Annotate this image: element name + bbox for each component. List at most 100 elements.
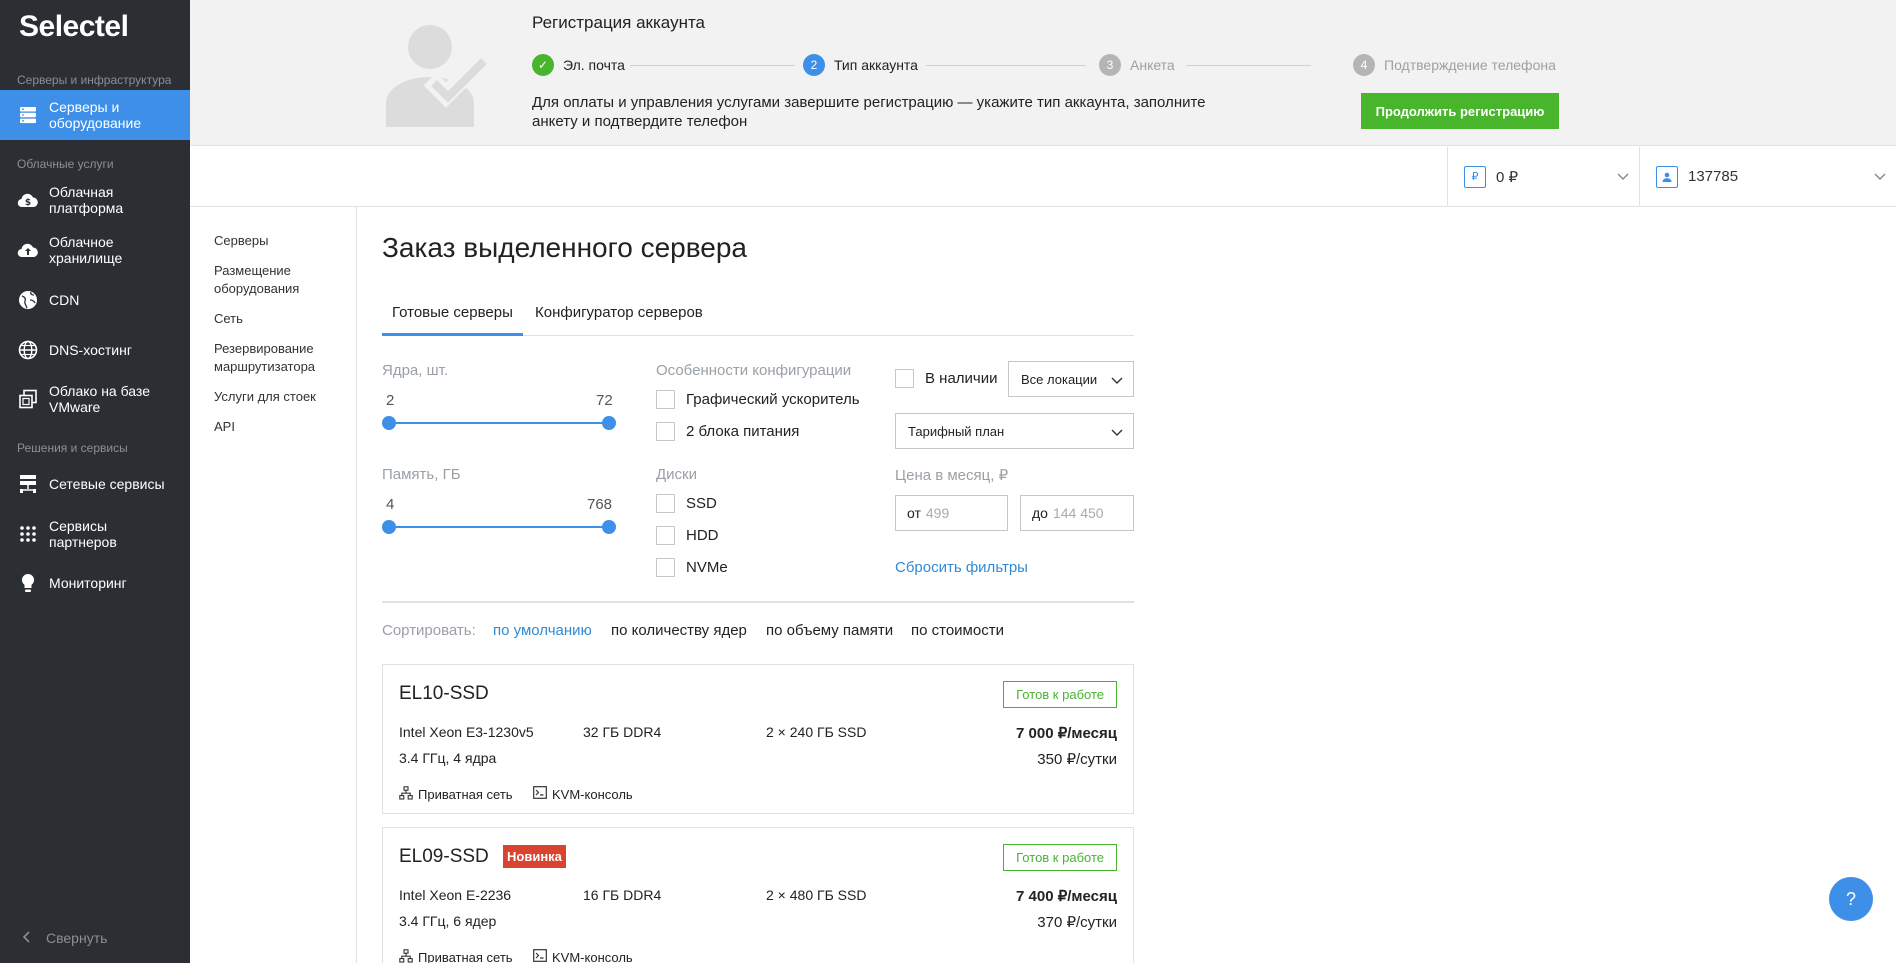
- help-button[interactable]: ?: [1829, 877, 1873, 921]
- sidebar-item-vmware[interactable]: Облако на базе VMware: [0, 378, 190, 420]
- sort-by-memory[interactable]: по объему памяти: [766, 622, 893, 639]
- sidebar-item-cloud-platform[interactable]: $ Облачная платформа: [0, 180, 190, 220]
- sidebar-item-partner-services[interactable]: Сервисы партнеров: [0, 513, 190, 555]
- step-account-type: 2 Тип аккаунта: [803, 54, 918, 76]
- checkbox-box: [656, 390, 675, 409]
- tariff-plan-select[interactable]: Тарифный план: [895, 413, 1134, 449]
- step-label: Тип аккаунта: [834, 57, 918, 73]
- subnav-item-rack-services[interactable]: Услуги для стоек: [214, 388, 344, 406]
- checkbox-box: [656, 558, 675, 577]
- hdd-checkbox[interactable]: HDD: [656, 526, 719, 545]
- ruble-icon: ₽: [1464, 165, 1486, 188]
- globe-icon: [17, 289, 39, 311]
- feature-private-network: Приватная сеть: [399, 949, 513, 963]
- copy-icon: [17, 388, 39, 410]
- price-to-input[interactable]: до 144 450: [1020, 495, 1134, 531]
- sidebar-item-cloud-storage[interactable]: Облачное хранилище: [0, 230, 190, 270]
- network-icon: [399, 949, 413, 963]
- memory-slider-track[interactable]: [389, 526, 609, 528]
- feature-private-network: Приватная сеть: [399, 786, 513, 803]
- registration-title: Регистрация аккаунта: [532, 13, 706, 32]
- account-dropdown[interactable]: 137785: [1639, 147, 1896, 206]
- cores-max-handle[interactable]: [602, 416, 616, 430]
- subnav-item-servers[interactable]: Серверы: [214, 232, 344, 250]
- sidebar-item-label: Серверы и оборудование: [49, 99, 142, 131]
- dual-psu-checkbox[interactable]: 2 блока питания: [656, 422, 799, 441]
- sidebar-item-dns[interactable]: DNS-хостинг: [0, 335, 190, 365]
- sidebar-item-monitoring[interactable]: Мониторинг: [0, 568, 190, 598]
- in-stock-checkbox[interactable]: В наличии: [895, 369, 998, 388]
- sidebar-item-label: Мониторинг: [49, 575, 127, 591]
- logo[interactable]: Selectel: [19, 10, 129, 44]
- sort-by-cores[interactable]: по количеству ядер: [611, 622, 747, 639]
- subnav-item-network[interactable]: Сеть: [214, 310, 344, 328]
- location-select[interactable]: Все локации: [1008, 361, 1134, 397]
- servers-subnav: Серверы Размещение оборудования Сеть Рез…: [190, 207, 357, 963]
- registration-banner: Регистрация аккаунта ✓ Эл. почта 2 Тип а…: [190, 0, 1896, 146]
- sidebar-item-servers[interactable]: Серверы и оборудование: [0, 90, 190, 140]
- sidebar-item-cdn[interactable]: CDN: [0, 285, 190, 315]
- sidebar-item-label: Сетевые сервисы: [49, 476, 165, 492]
- memory-label: Память, ГБ: [382, 466, 461, 483]
- step-number: 3: [1099, 54, 1121, 76]
- sort-default[interactable]: по умолчанию: [493, 622, 592, 639]
- step-divider: [926, 65, 1086, 66]
- network-icon: [399, 786, 413, 803]
- new-badge: Новинка: [503, 845, 566, 868]
- feature-kvm-console: KVM-консоль: [533, 949, 633, 963]
- ssd-checkbox[interactable]: SSD: [656, 494, 717, 513]
- sidebar-item-label: Сервисы партнеров: [49, 518, 117, 550]
- cores-max-value: 72: [596, 392, 613, 409]
- feature-label: Приватная сеть: [418, 787, 513, 802]
- step-number: 4: [1353, 54, 1375, 76]
- subnav-item-router-redundancy[interactable]: Резервирование маршрутизатора: [214, 340, 344, 376]
- memory-max-value: 768: [587, 496, 613, 513]
- step-label: Анкета: [1130, 57, 1175, 73]
- tab-ready-servers[interactable]: Готовые серверы: [382, 296, 523, 336]
- sidebar-item-label: Облако на базе VMware: [49, 383, 150, 415]
- price-month: 7 400 ₽/месяц: [1016, 888, 1117, 905]
- section-solutions: Решения и сервисы: [17, 441, 128, 455]
- sort-label: Сортировать:: [382, 622, 476, 639]
- continue-registration-button[interactable]: Продолжить регистрацию: [1361, 93, 1559, 129]
- checkbox-box: [895, 369, 914, 388]
- server-card[interactable]: EL09-SSD Новинка Готов к работе Intel Xe…: [382, 827, 1134, 963]
- disk-spec: 2 × 240 ГБ SSD: [766, 724, 867, 740]
- sidebar-item-label: DNS-хостинг: [49, 342, 132, 358]
- step-label: Подтверждение телефона: [1384, 57, 1556, 73]
- subnav-item-colocation[interactable]: Размещение оборудования: [214, 262, 344, 298]
- balance-value: 0 ₽: [1496, 168, 1519, 186]
- subnav-item-api[interactable]: API: [214, 418, 344, 436]
- step-label: Эл. почта: [563, 57, 625, 73]
- server-tabs: Готовые серверы Конфигуратор серверов: [382, 296, 1134, 336]
- tab-configurator[interactable]: Конфигуратор серверов: [525, 296, 713, 336]
- disk-spec: 2 × 480 ГБ SSD: [766, 887, 867, 903]
- price-day: 370 ₽/сутки: [1037, 914, 1117, 931]
- terminal-icon: [533, 949, 547, 963]
- collapse-sidebar-button[interactable]: Свернуть: [22, 930, 107, 946]
- globe-grid-icon: [17, 339, 39, 361]
- balance-dropdown[interactable]: ₽ 0 ₽: [1447, 147, 1639, 206]
- sidebar-item-label: Облачная платформа: [49, 184, 124, 216]
- sidebar-item-network-services[interactable]: Сетевые сервисы: [0, 463, 190, 505]
- bulb-icon: [17, 572, 39, 594]
- ram-spec: 16 ГБ DDR4: [583, 887, 662, 903]
- memory-min-handle[interactable]: [382, 520, 396, 534]
- server-card[interactable]: EL10-SSD Готов к работе Intel Xeon E3-12…: [382, 664, 1134, 814]
- sidebar: Selectel Серверы и инфраструктура Сервер…: [0, 0, 190, 963]
- disks-label: Диски: [656, 466, 697, 483]
- nvme-checkbox[interactable]: NVMe: [656, 558, 728, 577]
- gpu-checkbox[interactable]: Графический ускоритель: [656, 390, 860, 409]
- cpu-detail: 3.4 ГГц, 6 ядер: [399, 913, 497, 929]
- sort-by-price[interactable]: по стоимости: [911, 622, 1004, 639]
- memory-min-value: 4: [386, 496, 395, 513]
- reset-filters-link[interactable]: Сбросить фильтры: [895, 559, 1028, 576]
- cores-min-handle[interactable]: [382, 416, 396, 430]
- price-label: Цена в месяц, ₽: [895, 467, 1009, 484]
- memory-max-handle[interactable]: [602, 520, 616, 534]
- svg-text:$: $: [25, 198, 31, 208]
- price-from-input[interactable]: от 499: [895, 495, 1008, 531]
- cores-slider-track[interactable]: [389, 422, 609, 424]
- network-icon: [17, 473, 39, 495]
- tariff-plan-value: Тарифный план: [908, 423, 1005, 439]
